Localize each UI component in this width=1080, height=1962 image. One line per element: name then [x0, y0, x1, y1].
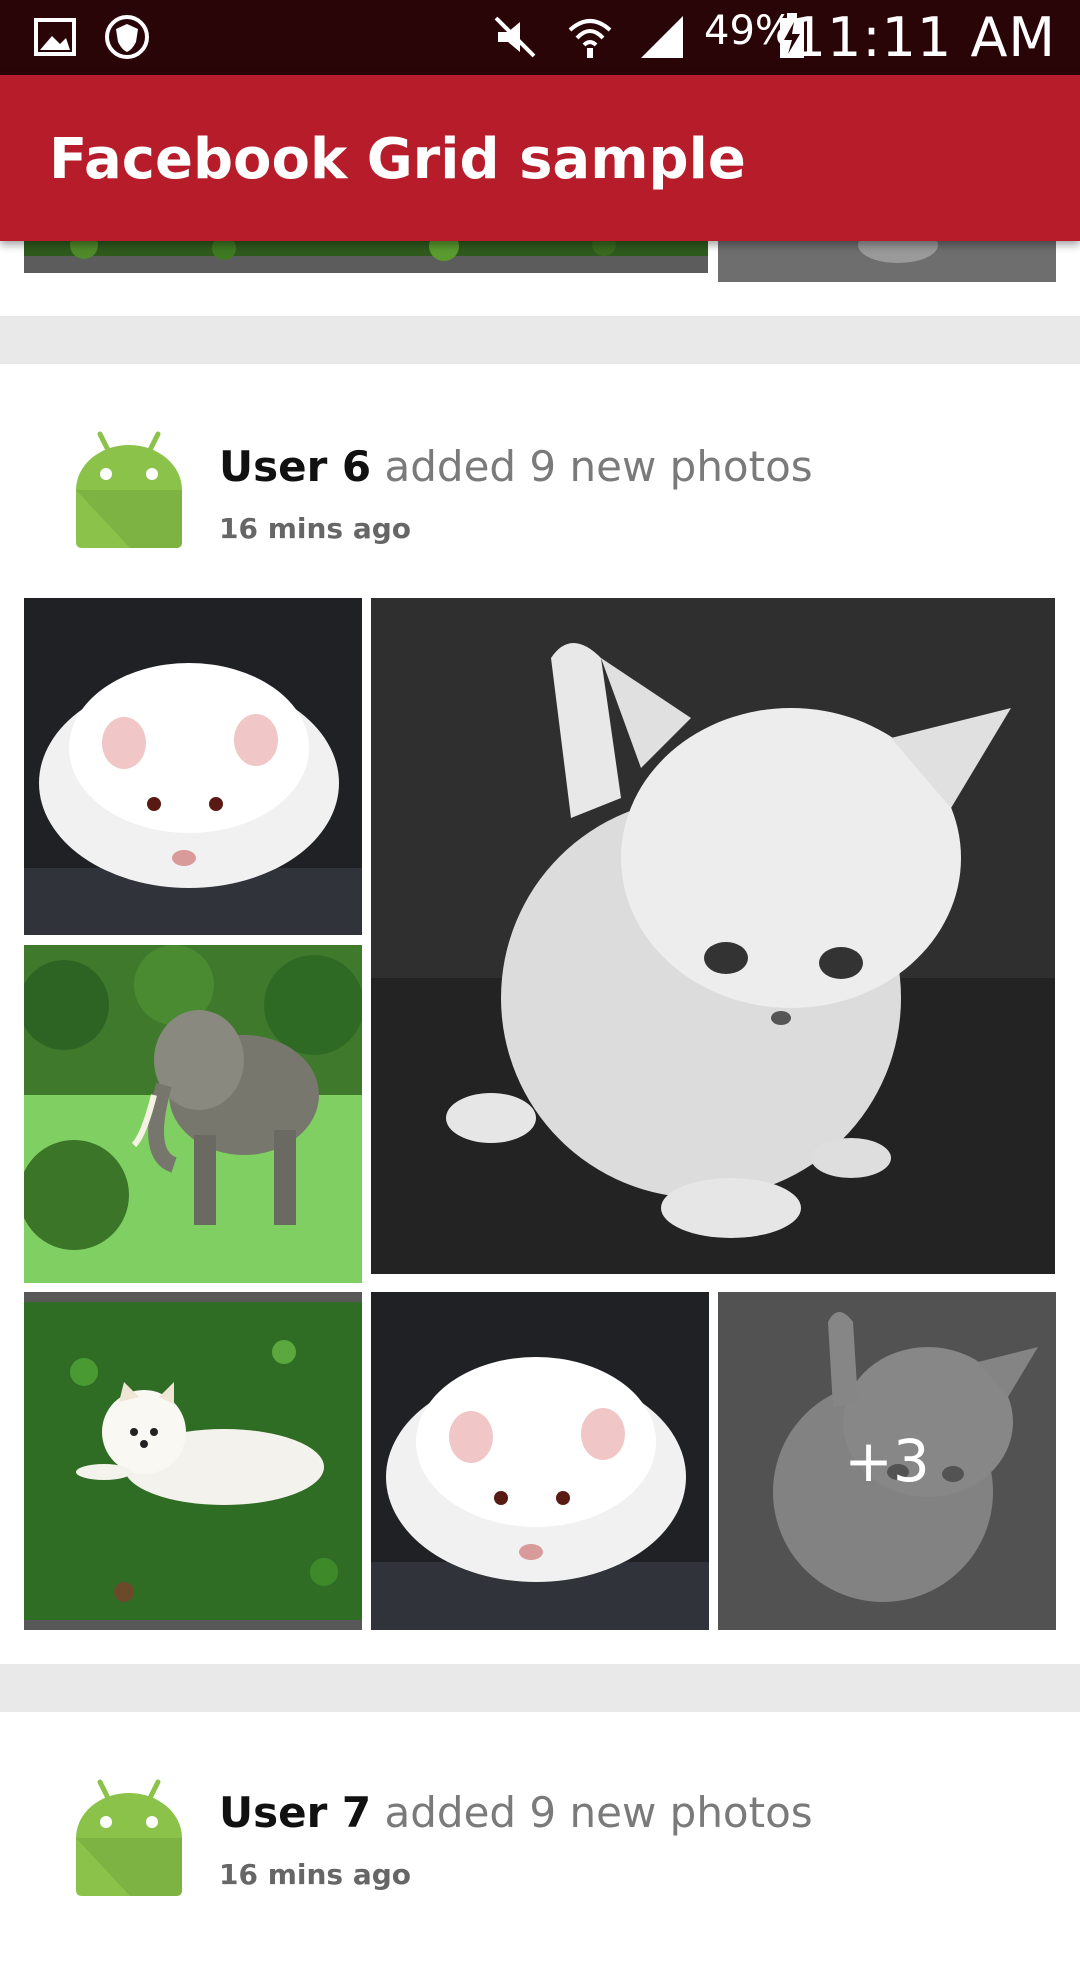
photo-hamster-1[interactable] — [24, 598, 362, 935]
photo-kitten-large[interactable] — [371, 598, 1055, 1274]
photo-hamster-2[interactable] — [371, 1292, 709, 1630]
android-avatar-icon[interactable] — [70, 1778, 188, 1896]
app-toolbar: Facebook Grid sample — [0, 75, 1080, 241]
photo-elephant[interactable] — [24, 945, 362, 1283]
shield-icon — [102, 12, 152, 62]
post-timestamp: 16 mins ago — [219, 512, 412, 545]
post-timestamp: 16 mins ago — [219, 1858, 412, 1891]
mute-icon — [490, 12, 540, 62]
wifi-icon — [565, 12, 615, 62]
post-user-name[interactable]: User 6 — [219, 442, 371, 491]
clock: 11:11 AM — [791, 6, 1056, 69]
post-action: added 9 new photos — [384, 1788, 813, 1837]
status-bar: 49% 11:11 AM — [0, 0, 1080, 75]
photo-dog[interactable] — [24, 1292, 362, 1630]
post-user-name[interactable]: User 7 — [219, 1788, 371, 1837]
post-card-user-7: User 7 added 9 new photos 16 mins ago — [0, 1712, 1080, 1962]
post-header: User 6 added 9 new photos — [219, 442, 813, 491]
post-action: added 9 new photos — [384, 442, 813, 491]
post-card-user-6: User 6 added 9 new photos 16 mins ago +3 — [0, 364, 1080, 1664]
feed[interactable]: User 6 added 9 new photos 16 mins ago +3… — [0, 0, 1080, 1962]
post-header: User 7 added 9 new photos — [219, 1788, 813, 1837]
more-photos-overlay[interactable]: +3 — [718, 1292, 1056, 1630]
app-title: Facebook Grid sample — [49, 127, 746, 192]
signal-icon — [637, 12, 687, 62]
more-photos-count: +3 — [844, 1427, 930, 1495]
photo-kitten-more[interactable]: +3 — [718, 1292, 1056, 1630]
gallery-icon — [30, 12, 80, 62]
android-avatar-icon[interactable] — [70, 430, 188, 548]
